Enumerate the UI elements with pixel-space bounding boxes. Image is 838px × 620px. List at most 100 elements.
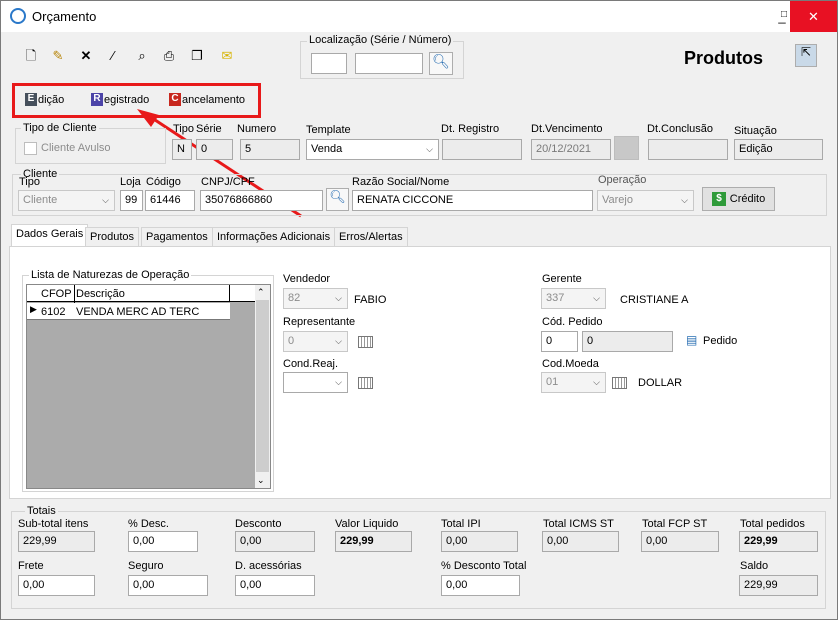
tab-erros-alertas[interactable]: Erros/Alertas [334,227,408,246]
numero-field: 5 [240,139,300,160]
cfop-cell: 6102 [41,306,66,318]
cliente-tipo-select[interactable]: Cliente ⌵ [18,190,115,211]
ipi-label: Total IPI [441,518,481,530]
cliente-avulso-checkbox[interactable] [24,142,37,155]
pedido-label: Pedido [703,335,738,347]
chevron-down-icon: ⌵ [426,144,433,154]
tipo-field: N [172,139,192,160]
tab-dados-gerais[interactable]: Dados Gerais [11,224,89,246]
saldo-field: 229,99 [739,575,818,596]
cnpj-label: CNPJ/CPF [201,176,255,188]
template-select[interactable]: Venda ⌵ [306,139,439,160]
print-icon[interactable]: ⎙ [161,48,177,64]
operacao-value: Varejo [602,194,633,206]
codigo-field[interactable]: 61446 [145,190,195,211]
codpedido-label: Cód. Pedido [542,316,603,328]
chevron-down-icon: ⌵ [335,377,342,387]
col-descricao: Descrição [76,288,125,300]
window-title: Orçamento [32,9,97,24]
descricao-cell: VENDA MERC AD TERC [76,306,200,318]
email-icon[interactable]: ✉ [219,48,235,64]
numero-label: Numero [237,123,277,135]
situacao-label: Situação [734,125,777,137]
loja-label: Loja [120,176,141,188]
totped-label: Total pedidos [740,518,805,530]
operacao-select[interactable]: Varejo ⌵ [597,190,694,211]
tab-informacoes-adicionais[interactable]: Informações Adicionais [212,227,336,246]
operacao-label: Operação [598,174,647,186]
chevron-down-icon: ⌵ [102,195,109,205]
tipo-label: Tipo [173,123,194,135]
razao-field[interactable]: RENATA CICCONE [352,190,593,211]
representante-select[interactable]: 0 ⌵ [283,331,348,352]
gerente-select[interactable]: 337 ⌵ [541,288,606,309]
serie-search-input[interactable] [311,53,347,74]
gerente-value: 337 [546,292,565,304]
vendedor-nome: FABIO [354,294,387,306]
pedido-field-2: 0 [582,331,673,352]
calculator-icon[interactable] [612,377,627,389]
copy-icon[interactable]: ❐ [189,48,205,64]
cliente-tipo-value: Cliente [23,194,58,206]
edit-icon[interactable]: ✎ [50,48,66,64]
dollar-icon: $ [712,192,726,206]
pdesctot-field[interactable]: 0,00 [441,575,520,596]
preview-icon[interactable]: ⌕ [134,48,150,64]
valorliq-field: 229,99 [335,531,412,552]
exit-button[interactable]: ⇱ [795,44,817,67]
tab-produtos[interactable]: Produtos [85,227,140,246]
template-label: Template [306,124,351,136]
moeda-nome: DOLLAR [638,377,683,389]
dacess-label: D. acessórias [235,560,302,572]
representante-label: Representante [283,316,356,328]
dt-registro-field [442,139,522,160]
dt-vencimento-label: Dt.Vencimento [531,123,603,135]
cliente-search-button[interactable]: 🔍︎ [326,188,349,211]
scroll-thumb[interactable] [256,300,269,472]
valorliq-label: Valor Liquido [335,518,399,530]
calculator-icon[interactable] [358,377,373,389]
frete-field[interactable]: 0,00 [18,575,95,596]
magic-wand-icon[interactable]: ⁄ [105,48,121,64]
new-doc-icon[interactable]: 🗋 [23,48,39,64]
pdesc-field[interactable]: 0,00 [128,531,198,552]
situacao-field: Edição [734,139,823,160]
search-icon: 🔍︎ [329,189,346,204]
moeda-select[interactable]: 01 ⌵ [541,372,606,393]
col-cfop: CFOP [41,288,72,300]
loja-field[interactable]: 99 [120,190,143,211]
tab-pagamentos[interactable]: Pagamentos [141,227,213,246]
scroll-down-icon[interactable]: ⌄ [257,475,265,486]
app-icon [10,8,26,24]
dt-conclusao-label: Dt.Conclusão [647,123,714,135]
chevron-down-icon: ⌵ [681,195,688,205]
icmsst-field: 0,00 [542,531,619,552]
col-divider [229,285,230,302]
saldo-label: Saldo [740,560,769,572]
search-button[interactable]: 🔍︎ [429,52,453,75]
localizacao-label: Localização (Série / Número) [307,34,454,46]
vendedor-select[interactable]: 82 ⌵ [283,288,348,309]
scroll-up-icon[interactable]: ⌃ [257,287,265,298]
totped-field: 229,99 [739,531,818,552]
dacess-field[interactable]: 0,00 [235,575,315,596]
codigo-label: Código [146,176,181,188]
seguro-field[interactable]: 0,00 [128,575,208,596]
condreaj-select[interactable]: ⌵ [283,372,348,393]
calculator-icon[interactable] [358,336,373,348]
serie-field: 0 [196,139,233,160]
credito-button[interactable]: $ Crédito [702,187,775,211]
page-title: Produtos [684,48,763,68]
ipi-field: 0,00 [441,531,518,552]
cnpj-field[interactable]: 35076866860 [200,190,323,211]
desconto-label: Desconto [235,518,282,530]
close-button[interactable]: ✕ [790,1,837,32]
numero-search-input[interactable] [355,53,423,74]
order-icon: ▤ [686,333,698,347]
calendar-button[interactable] [614,136,639,160]
icmsst-label: Total ICMS ST [543,518,614,530]
delete-icon[interactable]: ✕ [78,48,94,64]
pedido-field-1[interactable]: 0 [541,331,578,352]
dt-vencimento-field: 20/12/2021 [531,139,611,160]
razao-label: Razão Social/Nome [352,176,450,188]
